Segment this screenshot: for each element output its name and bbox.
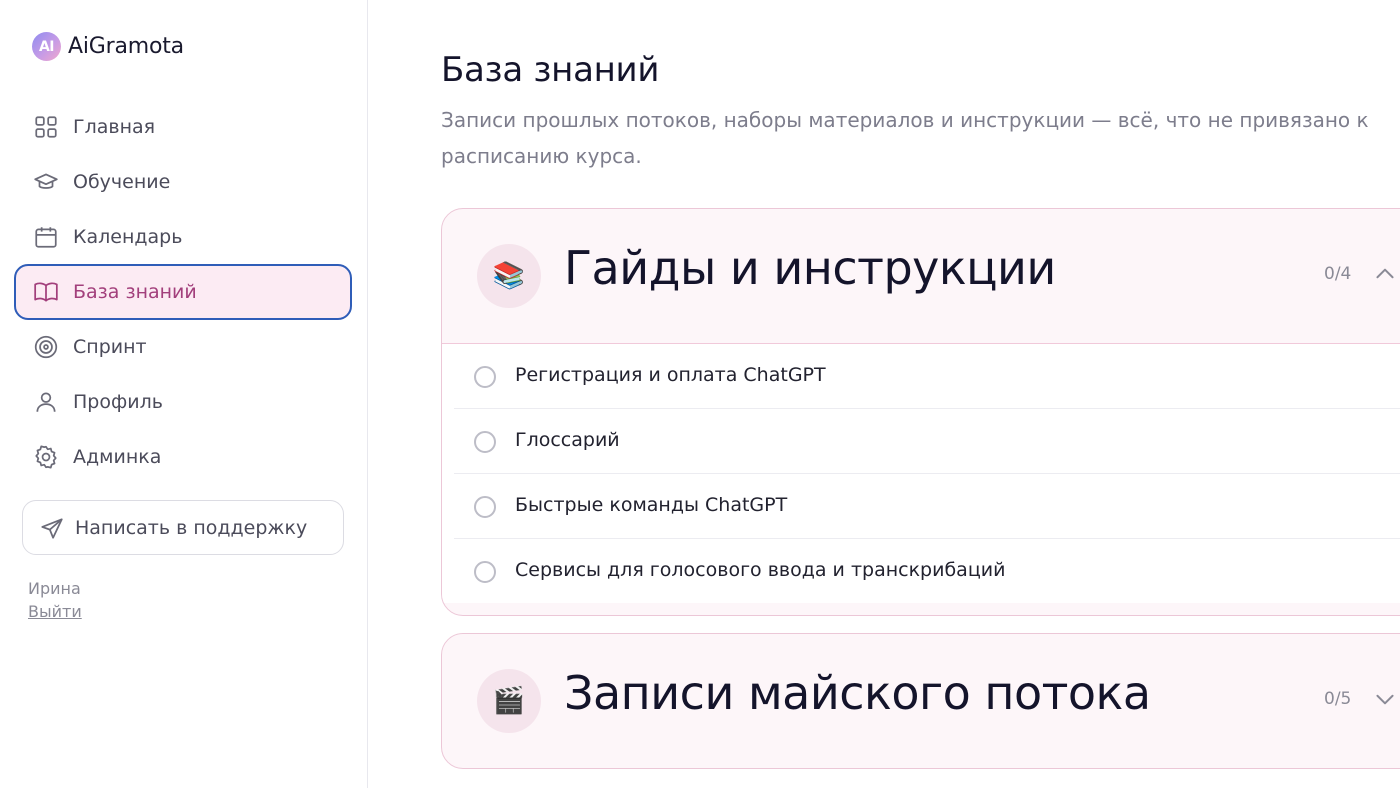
section-progress-count: 0/4 <box>1324 264 1352 284</box>
sidebar-item-admin[interactable]: Админка <box>14 429 352 485</box>
completion-radio[interactable] <box>474 431 496 453</box>
book-icon <box>33 279 59 305</box>
section-may-recordings: 🎬 Записи майского потока 0/5 <box>441 633 1400 769</box>
sidebar-item-sprint[interactable]: Спринт <box>14 319 352 375</box>
completion-radio[interactable] <box>474 496 496 518</box>
sidebar-item-profile[interactable]: Профиль <box>14 374 352 430</box>
user-icon <box>33 389 59 415</box>
section-title: Гайды и инструкции <box>564 241 1056 295</box>
lesson-item[interactable]: Глоссарий <box>454 409 1400 474</box>
clapperboard-icon: 🎬 <box>477 669 541 733</box>
page-subtitle: Записи прошлых потоков, наборы материало… <box>441 108 1369 168</box>
sidebar-item-label: Админка <box>73 446 162 468</box>
lesson-title: Сервисы для голосового ввода и транскриб… <box>515 559 1006 581</box>
app-root: AI AiGramota Главная Обучение Календарь … <box>0 0 1400 788</box>
sidebar-item-label: Обучение <box>73 171 171 193</box>
section-header[interactable]: 📚 Гайды и инструкции 0/4 <box>442 209 1400 343</box>
grid-icon <box>33 114 59 140</box>
chevron-up-icon[interactable] <box>1372 261 1398 287</box>
lesson-title: Глоссарий <box>515 429 620 451</box>
section-progress-count: 0/5 <box>1324 689 1352 709</box>
section-title: Записи майского потока <box>564 666 1151 720</box>
sidebar-item-label: Календарь <box>73 226 183 248</box>
lesson-title: Регистрация и оплата ChatGPT <box>515 364 826 386</box>
sidebar-item-knowledge-base[interactable]: База знаний <box>14 264 352 320</box>
logo-mark: AI <box>32 32 61 61</box>
lesson-item[interactable]: Регистрация и оплата ChatGPT <box>454 344 1400 409</box>
calendar-icon <box>33 224 59 250</box>
sidebar-item-label: База знаний <box>73 281 197 303</box>
gear-icon <box>33 444 59 470</box>
section-guides: 📚 Гайды и инструкции 0/4 Регистрация и о… <box>441 208 1400 616</box>
books-icon: 📚 <box>477 244 541 308</box>
completion-radio[interactable] <box>474 561 496 583</box>
completion-radio[interactable] <box>474 366 496 388</box>
sidebar-item-label: Главная <box>73 116 156 138</box>
lesson-item[interactable]: Быстрые команды ChatGPT <box>454 474 1400 539</box>
graduation-cap-icon <box>33 169 59 195</box>
logo-text: AiGramota <box>68 34 184 59</box>
support-button[interactable]: Написать в поддержку <box>22 500 344 555</box>
page-title: База знаний <box>441 50 660 90</box>
sidebar-item-calendar[interactable]: Календарь <box>14 209 352 265</box>
section-header[interactable]: 🎬 Записи майского потока 0/5 <box>442 634 1400 768</box>
chevron-down-icon[interactable] <box>1372 686 1398 712</box>
send-icon <box>41 517 63 539</box>
sidebar-item-home[interactable]: Главная <box>14 99 352 155</box>
sidebar: AI AiGramota Главная Обучение Календарь … <box>0 0 368 788</box>
logout-link[interactable]: Выйти <box>28 602 82 621</box>
user-name: Ирина <box>28 579 81 598</box>
sidebar-item-label: Спринт <box>73 336 147 358</box>
target-icon <box>33 334 59 360</box>
sidebar-item-label: Профиль <box>73 391 163 413</box>
logo[interactable]: AI AiGramota <box>32 32 184 61</box>
support-button-label: Написать в поддержку <box>75 516 308 539</box>
section-lesson-list: Регистрация и оплата ChatGPT Глоссарий Б… <box>442 343 1400 603</box>
lesson-title: Быстрые команды ChatGPT <box>515 494 788 516</box>
lesson-item[interactable]: Сервисы для голосового ввода и транскриб… <box>454 539 1400 603</box>
sidebar-item-learning[interactable]: Обучение <box>14 154 352 210</box>
